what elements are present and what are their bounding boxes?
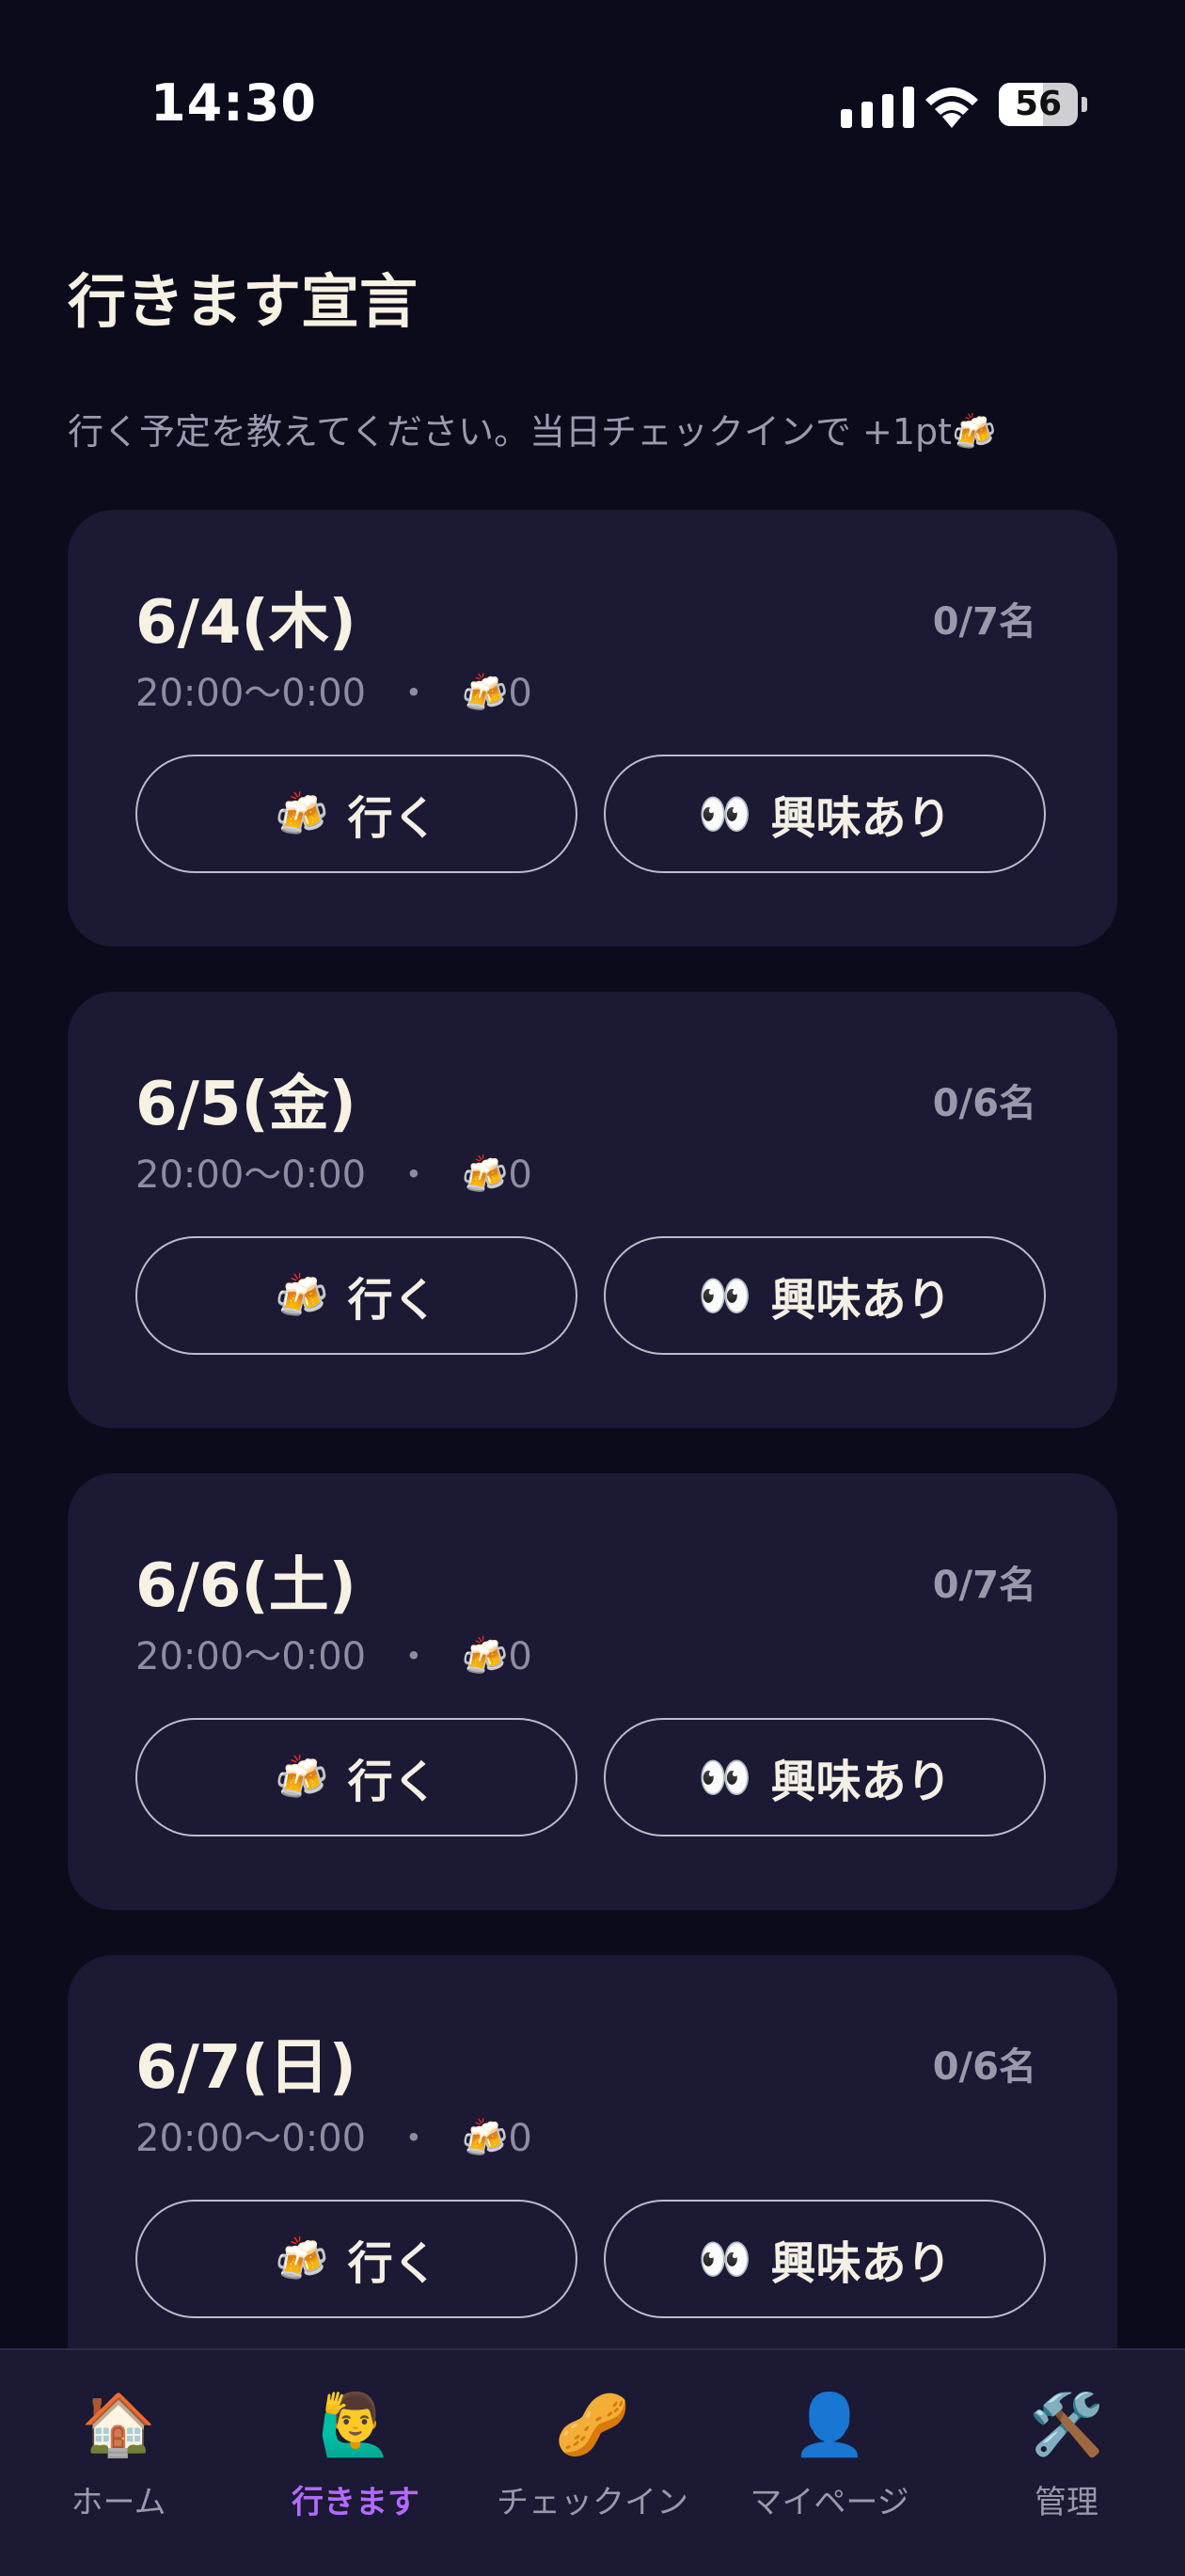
beer-icon: 🍻 [275,1269,329,1321]
raising-hand-icon: 🙋‍♂️ [318,2391,393,2460]
beer-icon: 🍻 [461,1153,509,1197]
attendee-count: 0/6名 [932,1082,1036,1125]
interested-button-label: 興味あり [770,1274,952,1327]
eyes-icon: 👀 [698,1751,752,1803]
bottom-tab-bar: 🏠 ホーム 🙋‍♂️ 行きます 🥜 チェックイン 👤 マイページ 🛠️ 管理 [0,2348,1185,2576]
go-button[interactable]: 🍻 行く [135,755,577,873]
interested-button[interactable]: 👀 興味あり [604,755,1046,873]
wifi-icon [925,87,978,128]
beer-icon: 🍻 [461,2117,509,2160]
event-meta: 20:00〜0:00 ・ 🍻0 [135,1144,532,1199]
cellular-signal-icon [841,87,914,128]
interested-button-label: 興味あり [770,2237,952,2290]
tab-label: 管理 [1035,2484,1098,2521]
tab-label: マイページ [750,2484,909,2521]
event-time: 20:00〜0:00 [135,1153,367,1197]
attendee-count: 0/6名 [932,2045,1036,2089]
tab-home[interactable]: 🏠 ホーム [0,2388,237,2522]
go-button-label: 行く [347,2237,438,2290]
event-meta: 20:00〜0:00 ・ 🍻0 [135,662,532,717]
event-card: 6/7(日) 0/6名 20:00〜0:00 ・ 🍻0 🍻 行く 👀 興味あり [68,1955,1117,2392]
interested-button[interactable]: 👀 興味あり [604,2200,1046,2318]
event-date: 6/5(金) [135,1070,356,1139]
battery-icon: 56 [999,83,1087,128]
event-meta: 20:00〜0:00 ・ 🍻0 [135,2107,532,2162]
tab-label: ホーム [71,2484,166,2521]
go-button[interactable]: 🍻 行く [135,1718,577,1837]
meta-separator: ・ [394,1153,433,1197]
tab-mypage[interactable]: 👤 マイページ [711,2388,948,2522]
peanut-icon: 🥜 [555,2391,630,2460]
status-bar: 14:30 56 [0,0,1185,216]
event-list: 6/4(木) 0/7名 20:00〜0:00 ・ 🍻0 🍻 行く 👀 興味あり … [68,510,1117,2437]
event-time: 20:00〜0:00 [135,672,367,715]
interested-button[interactable]: 👀 興味あり [604,1236,1046,1355]
beer-count: 0 [508,1153,532,1197]
beer-count: 0 [508,1635,532,1678]
house-icon: 🏠 [81,2391,156,2460]
interested-button-label: 興味あり [770,1756,952,1808]
tab-admin[interactable]: 🛠️ 管理 [948,2388,1185,2522]
eyes-icon: 👀 [698,1269,752,1321]
event-time: 20:00〜0:00 [135,1635,367,1678]
user-icon: 👤 [792,2391,867,2460]
tab-label: 行きます [292,2484,419,2521]
go-button[interactable]: 🍻 行く [135,2200,577,2318]
event-card: 6/5(金) 0/6名 20:00〜0:00 ・ 🍻0 🍻 行く 👀 興味あり [68,992,1117,1428]
event-card: 6/4(木) 0/7名 20:00〜0:00 ・ 🍻0 🍻 行く 👀 興味あり [68,510,1117,946]
go-button-label: 行く [347,1274,438,1327]
event-date: 6/4(木) [135,588,356,658]
interested-button-label: 興味あり [770,792,952,845]
beer-icon: 🍻 [275,787,329,839]
tools-icon: 🛠️ [1029,2391,1104,2460]
meta-separator: ・ [394,672,433,715]
tab-going[interactable]: 🙋‍♂️ 行きます [237,2388,474,2522]
page-subtitle: 行く予定を教えてください。当日チェックインで +1pt🍻 [68,411,997,453]
go-button[interactable]: 🍻 行く [135,1236,577,1355]
event-time: 20:00〜0:00 [135,2117,367,2160]
page-title: 行きます宣言 [68,267,419,336]
beer-icon: 🍻 [461,1635,509,1678]
eyes-icon: 👀 [698,787,752,839]
meta-separator: ・ [394,1635,433,1678]
go-button-label: 行く [347,1756,438,1808]
beer-icon: 🍻 [461,672,509,715]
event-meta: 20:00〜0:00 ・ 🍻0 [135,1626,532,1680]
event-date: 6/7(日) [135,2033,356,2103]
beer-count: 0 [508,672,532,715]
tab-checkin[interactable]: 🥜 チェックイン [474,2388,711,2522]
event-card: 6/6(土) 0/7名 20:00〜0:00 ・ 🍻0 🍻 行く 👀 興味あり [68,1473,1117,1910]
event-date: 6/6(土) [135,1551,356,1621]
beer-icon: 🍻 [275,1751,329,1803]
attendee-count: 0/7名 [932,1564,1036,1607]
meta-separator: ・ [394,2117,433,2160]
status-time: 14:30 [150,73,317,133]
battery-level: 56 [1014,85,1063,123]
beer-icon: 🍻 [275,2233,329,2284]
beer-count: 0 [508,2117,532,2160]
go-button-label: 行く [347,792,438,845]
eyes-icon: 👀 [698,2233,752,2284]
tab-label: チェックイン [497,2484,688,2521]
attendee-count: 0/7名 [932,600,1036,644]
interested-button[interactable]: 👀 興味あり [604,1718,1046,1837]
